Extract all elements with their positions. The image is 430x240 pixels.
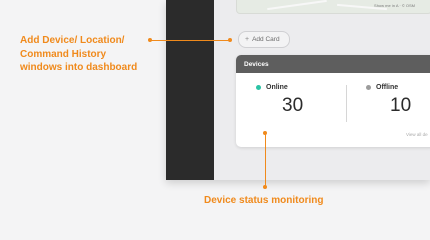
map-card[interactable]: Show me in A · © OSM: [236, 0, 430, 14]
offline-stat[interactable]: Offline 10: [366, 84, 430, 117]
app-sidebar: [166, 0, 214, 180]
online-label: Online: [266, 84, 288, 91]
stat-divider: [346, 85, 347, 122]
annotation-add-windows: Add Device/ Location/ Command History wi…: [20, 34, 150, 75]
annotation-anchor-dot: [263, 185, 267, 189]
offline-label: Offline: [376, 84, 399, 91]
offline-count: 10: [390, 95, 412, 116]
map-credit: Show me in A · © OSM: [374, 3, 415, 8]
offline-status-dot-icon: [366, 85, 371, 90]
annotation-leader-line: [150, 40, 230, 41]
annotation-anchor-dot: [148, 38, 152, 42]
online-label-row: Online: [256, 84, 336, 91]
view-all-devices-link[interactable]: View all de: [406, 132, 428, 137]
online-count: 30: [282, 95, 304, 116]
add-card-label: Add Card: [252, 36, 280, 43]
annotation-anchor-dot: [263, 131, 267, 135]
dashboard-area: Show me in A · © OSM + Add Card Devices …: [214, 0, 430, 180]
add-card-button[interactable]: + Add Card: [238, 31, 290, 48]
plus-icon: +: [245, 36, 250, 43]
offline-label-row: Offline: [366, 84, 430, 91]
devices-card-title: Devices: [244, 60, 269, 68]
annotation-leader-line: [265, 133, 266, 187]
annotation-line: windows into dashboard: [20, 62, 138, 73]
map-road: [267, 0, 327, 11]
devices-card-header: Devices: [236, 55, 430, 73]
annotation-line: Add Device/ Location/: [20, 35, 125, 46]
online-stat[interactable]: Online 30: [256, 84, 336, 117]
annotation-line: Command History: [20, 48, 107, 60]
annotation-status-monitoring: Device status monitoring: [204, 195, 324, 206]
online-status-dot-icon: [256, 85, 261, 90]
annotation-anchor-dot: [228, 38, 232, 42]
